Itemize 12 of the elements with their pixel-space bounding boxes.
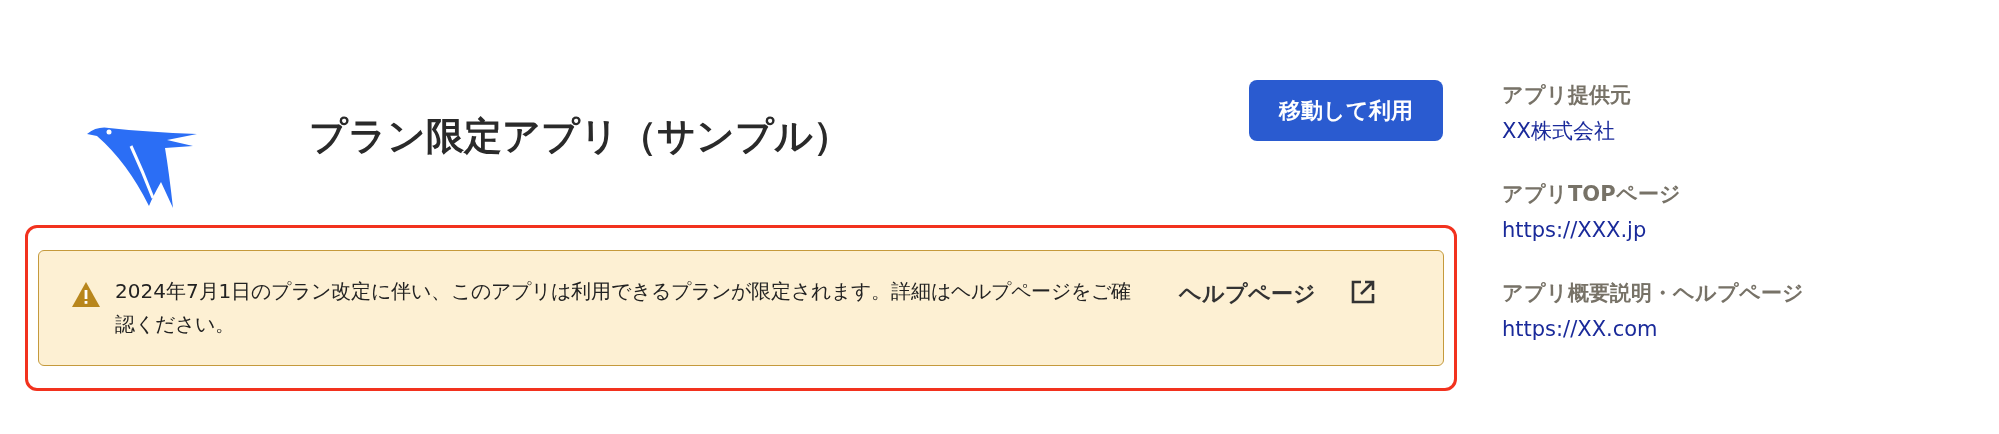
info-label: アプリTOPページ: [1502, 181, 1682, 208]
info-link[interactable]: https://XXX.jp: [1502, 214, 1647, 246]
info-link[interactable]: https://XX.com: [1502, 313, 1658, 345]
app-title: プラン限定アプリ（サンプル）: [309, 113, 852, 160]
move-and-use-button[interactable]: 移動して利用: [1249, 80, 1443, 141]
external-link-icon[interactable]: [1350, 279, 1376, 305]
info-label: アプリ概要説明・ヘルプページ: [1502, 280, 1804, 307]
help-page-link[interactable]: ヘルプページ: [1179, 277, 1316, 310]
info-link[interactable]: XX株式会社: [1502, 115, 1615, 147]
warning-icon: [71, 281, 101, 308]
notice-message: 2024年7月1日のプラン改定に伴い、このアプリは利用できるプランが限定されます。詳細はヘルプページをご確認ください。: [115, 278, 1133, 338]
info-label: アプリ提供元: [1502, 82, 1632, 109]
